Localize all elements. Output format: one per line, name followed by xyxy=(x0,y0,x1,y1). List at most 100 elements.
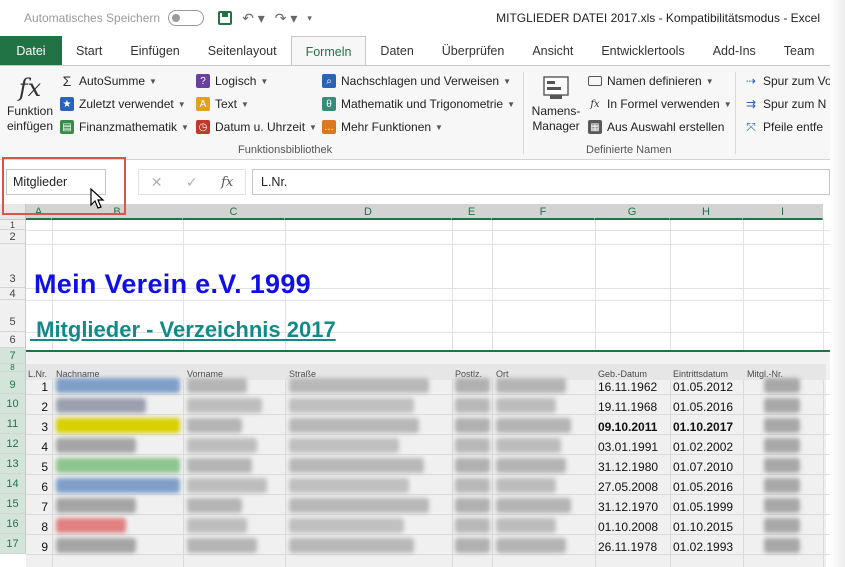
cell-eintrittsdatum[interactable]: 01.05.1999 xyxy=(673,500,733,514)
cell-eintrittsdatum[interactable]: 01.02.1993 xyxy=(673,540,733,554)
cell-lnr[interactable]: 4 xyxy=(28,440,48,454)
cell-eintrittsdatum[interactable]: 01.05.2016 xyxy=(673,480,733,494)
cell-lnr[interactable]: 9 xyxy=(28,540,48,554)
column-header-c[interactable]: C xyxy=(183,204,285,220)
recently-used-button[interactable]: ★ Zuletzt verwendet ▼ xyxy=(60,94,186,114)
row-header-13[interactable]: 13 xyxy=(0,454,26,474)
row-header-8[interactable]: 8 xyxy=(0,364,26,372)
row-header-15[interactable]: 15 xyxy=(0,494,26,514)
cell-lnr[interactable]: 7 xyxy=(28,500,48,514)
cell-eintrittsdatum[interactable]: 01.10.2015 xyxy=(673,520,733,534)
more-functions-button[interactable]: … Mehr Funktionen ▼ xyxy=(322,117,443,137)
row-header-3[interactable]: 3 xyxy=(0,244,26,288)
cell-eintrittsdatum[interactable]: 01.02.2002 xyxy=(673,440,733,454)
row-header-1[interactable]: 1 xyxy=(0,220,26,230)
column-header-a[interactable]: A xyxy=(26,204,52,220)
cell-geb-datum[interactable]: 31.12.1970 xyxy=(598,500,658,514)
cell-geb-datum[interactable]: 16.11.1962 xyxy=(598,380,657,394)
formula-input[interactable]: L.Nr. xyxy=(252,169,830,195)
financial-button[interactable]: ▤ Finanzmathematik ▼ xyxy=(60,117,189,137)
cell-eintrittsdatum[interactable]: 01.05.2012 xyxy=(673,380,733,394)
undo-icon[interactable]: ↶ ▾ xyxy=(242,10,265,27)
autosave-toggle[interactable] xyxy=(168,10,205,26)
customize-qat-icon[interactable]: ▾ xyxy=(307,13,312,24)
logical-button[interactable]: ? Logisch ▼ xyxy=(196,71,268,91)
cell-lnr[interactable]: 1 xyxy=(28,380,48,394)
trace-dependents-button[interactable]: ⇉ Spur zum N xyxy=(744,94,826,114)
row-header-11[interactable]: 11 xyxy=(0,414,26,434)
financial-label: Finanzmathematik xyxy=(79,120,178,134)
column-header-b[interactable]: B xyxy=(52,204,183,220)
row-header-4[interactable]: 4 xyxy=(0,288,26,300)
column-header-f[interactable]: F xyxy=(492,204,595,220)
column-header-g[interactable]: G xyxy=(595,204,670,220)
name-manager-button[interactable]: Namens- Manager xyxy=(528,74,584,134)
row-header-7[interactable]: 7 xyxy=(0,348,26,364)
cell-lnr[interactable]: 5 xyxy=(28,460,48,474)
text-button[interactable]: A Text ▼ xyxy=(196,94,249,114)
trace-precedents-button[interactable]: ⇢ Spur zum Vo xyxy=(744,71,830,91)
blurred-cell xyxy=(56,498,136,513)
row-header-10[interactable]: 10 xyxy=(0,394,26,414)
tab-einfuegen[interactable]: Einfügen xyxy=(116,36,193,66)
row-header-6[interactable]: 6 xyxy=(0,332,26,348)
cell-eintrittsdatum[interactable]: 01.10.2017 xyxy=(673,420,733,434)
tab-ansicht[interactable]: Ansicht xyxy=(518,36,587,66)
cell-geb-datum[interactable]: 27.05.2008 xyxy=(598,480,658,494)
cell-geb-datum[interactable]: 26.11.1978 xyxy=(598,540,657,554)
lookup-reference-button[interactable]: ⌕ Nachschlagen und Verweisen ▼ xyxy=(322,71,511,91)
cell-geb-datum[interactable]: 03.01.1991 xyxy=(598,440,658,454)
row-header-14[interactable]: 14 xyxy=(0,474,26,494)
row-header-16[interactable]: 16 xyxy=(0,514,26,534)
column-header-h[interactable]: H xyxy=(670,204,743,220)
cell-eintrittsdatum[interactable]: 01.05.2016 xyxy=(673,400,733,414)
defined-names-group-label: Definierte Namen xyxy=(586,144,672,156)
cell-lnr[interactable]: 2 xyxy=(28,400,48,414)
cancel-icon[interactable]: ✕ xyxy=(151,174,163,191)
cell-geb-datum[interactable]: 01.10.2008 xyxy=(598,520,658,534)
cell-geb-datum[interactable]: 09.10.2011 xyxy=(598,420,657,434)
tab-ueberpruefen[interactable]: Überprüfen xyxy=(428,36,519,66)
autosave[interactable]: Automatisches Speichern xyxy=(24,10,205,26)
redo-icon[interactable]: ↷ ▾ xyxy=(275,10,298,27)
tab-start[interactable]: Start xyxy=(62,36,116,66)
cell-geb-datum[interactable]: 19.11.1968 xyxy=(598,400,657,414)
select-all-corner[interactable] xyxy=(0,204,26,220)
cell-lnr[interactable]: 6 xyxy=(28,480,48,494)
blurred-cell xyxy=(56,478,180,493)
cell-lnr[interactable]: 3 xyxy=(28,420,48,434)
tab-entwicklertools[interactable]: Entwicklertools xyxy=(587,36,698,66)
cell-lnr[interactable]: 8 xyxy=(28,520,48,534)
row-header-17[interactable]: 17 xyxy=(0,534,26,554)
tab-team[interactable]: Team xyxy=(770,36,829,66)
cell-geb-datum[interactable]: 31.12.1980 xyxy=(598,460,658,474)
use-in-formula-button[interactable]: fx In Formel verwenden ▼ xyxy=(588,94,731,114)
chevron-down-icon: ▼ xyxy=(503,76,512,86)
autosum-button[interactable]: Σ AutoSumme ▼ xyxy=(60,71,157,91)
remove-arrows-button[interactable]: ⤧ Pfeile entfe xyxy=(744,117,823,137)
row-header-9[interactable]: 9 xyxy=(0,372,26,394)
cell-area[interactable]: Mein Verein e.V. 1999 Mitglieder - Verze… xyxy=(26,220,830,567)
cell-eintrittsdatum[interactable]: 01.07.2010 xyxy=(673,460,733,474)
tab-datei[interactable]: Datei xyxy=(0,36,62,66)
row-header-5[interactable]: 5 xyxy=(0,300,26,332)
tab-add-ins[interactable]: Add-Ins xyxy=(699,36,770,66)
date-time-button[interactable]: ◷ Datum u. Uhrzeit ▼ xyxy=(196,117,317,137)
tab-daten[interactable]: Daten xyxy=(366,36,427,66)
column-header-d[interactable]: D xyxy=(285,204,452,220)
create-from-selection-button[interactable]: ▦ Aus Auswahl erstellen xyxy=(588,117,724,137)
column-header-e[interactable]: E xyxy=(452,204,492,220)
save-icon[interactable] xyxy=(218,11,233,25)
insert-function-icon[interactable]: fx xyxy=(221,175,233,190)
row-header-12[interactable]: 12 xyxy=(0,434,26,454)
tab-formeln[interactable]: Formeln xyxy=(290,36,367,66)
define-name-button[interactable]: Namen definieren ▼ xyxy=(588,71,714,91)
column-header-i[interactable]: I xyxy=(743,204,823,220)
blurred-cell xyxy=(56,538,136,553)
math-trig-button[interactable]: θ Mathematik und Trigonometrie ▼ xyxy=(322,94,515,114)
tab-seitenlayout[interactable]: Seitenlayout xyxy=(194,36,291,66)
insert-function-button[interactable]: fx Funktion einfügen xyxy=(4,74,56,134)
row-header-2[interactable]: 2 xyxy=(0,230,26,244)
enter-icon[interactable]: ✓ xyxy=(186,174,198,191)
blurred-cell xyxy=(289,438,399,453)
